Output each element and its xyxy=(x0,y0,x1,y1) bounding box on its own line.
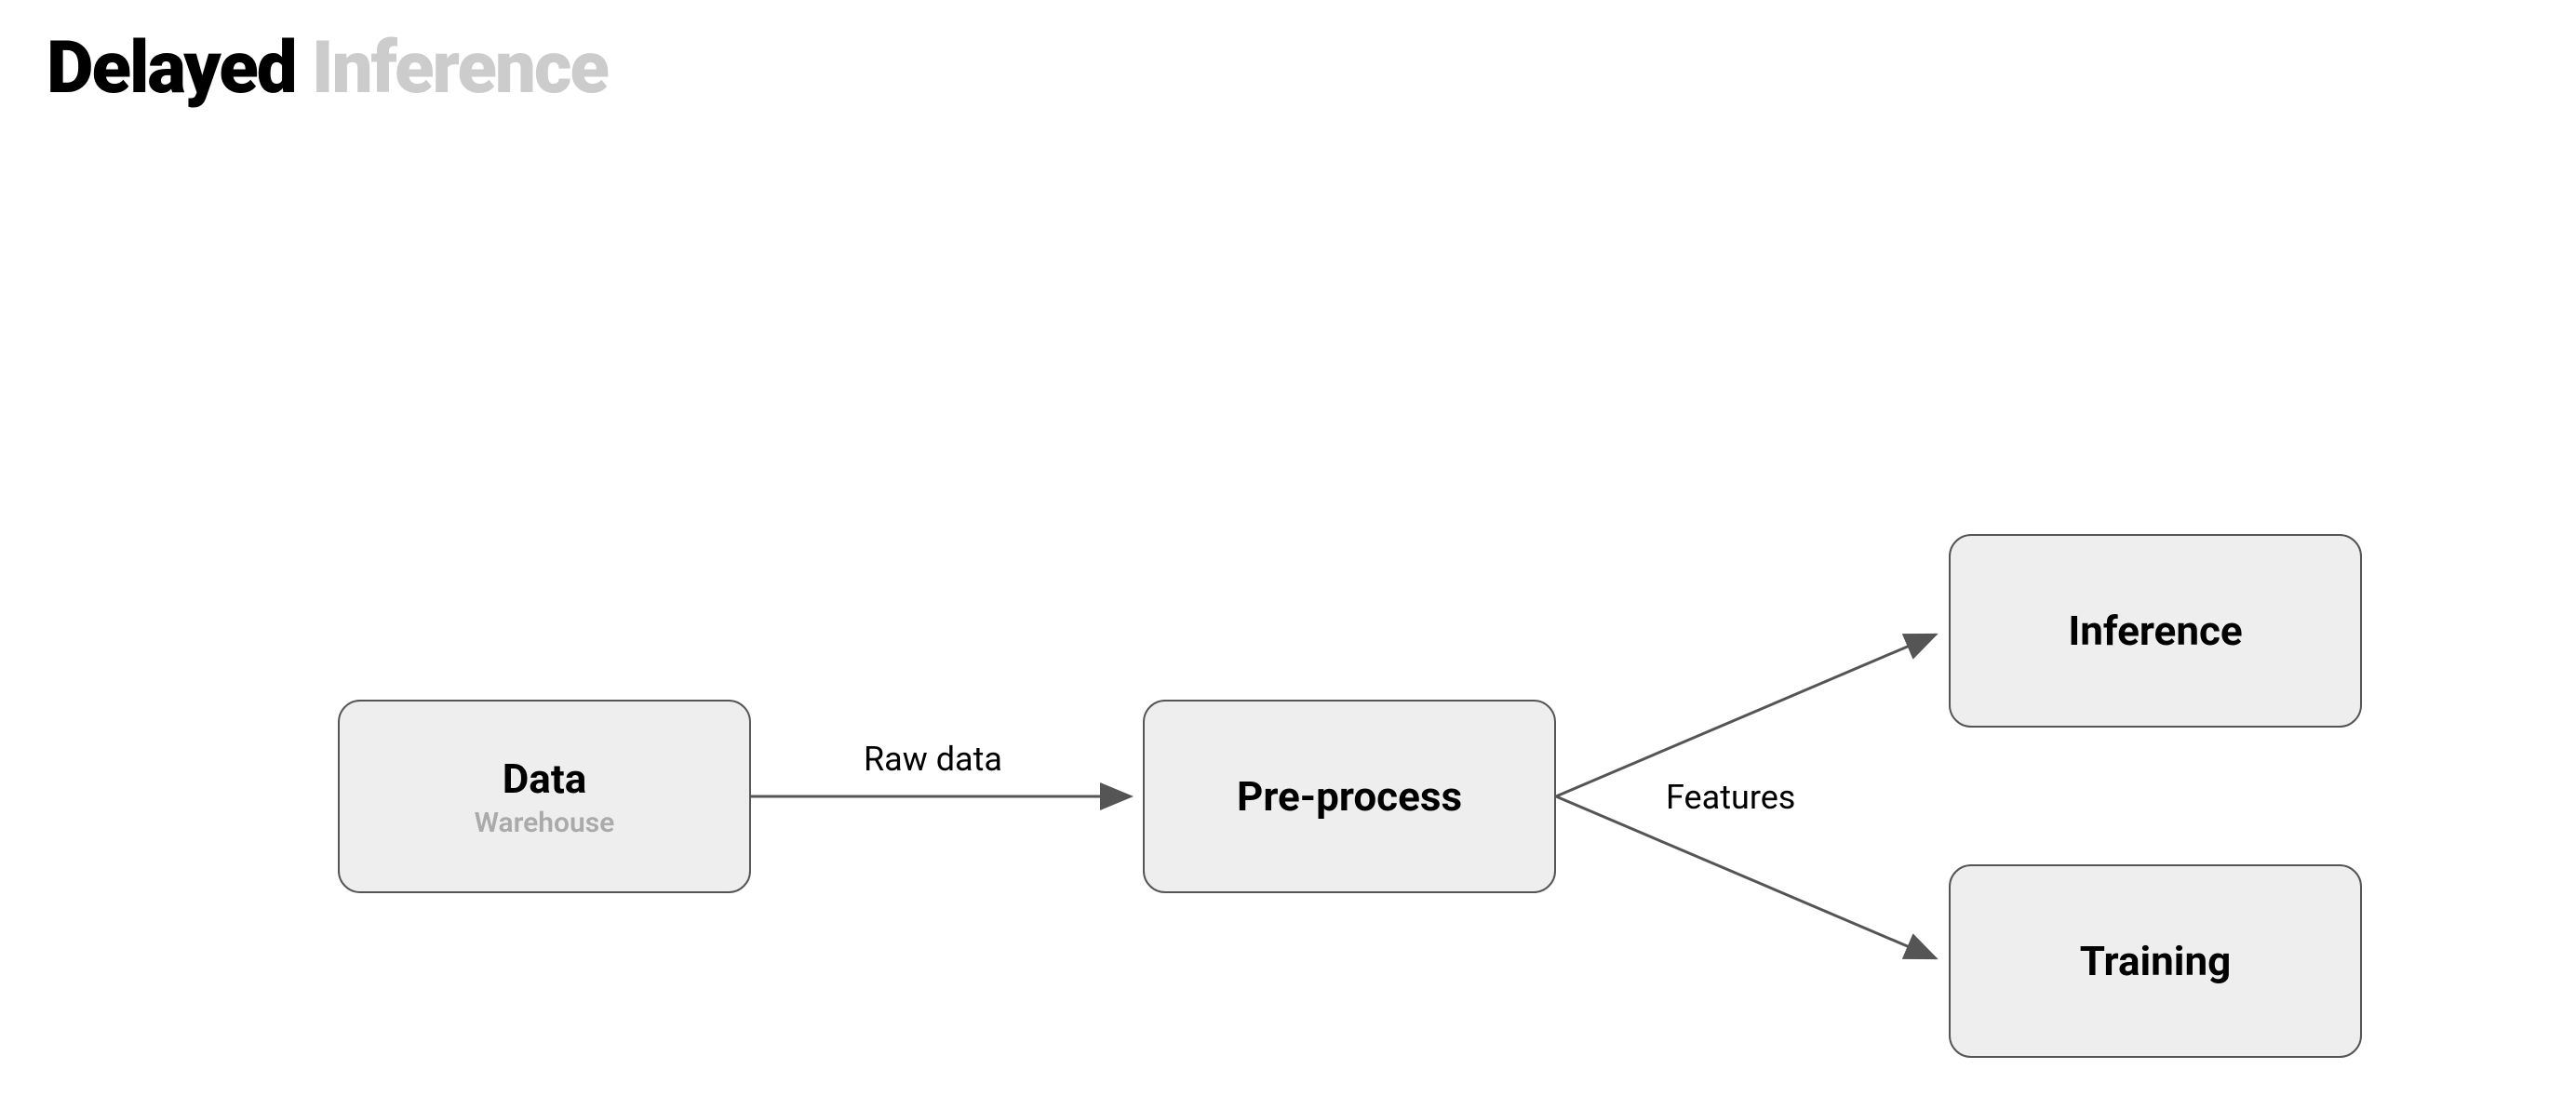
node-inference: Inference xyxy=(1949,534,2362,728)
edge-label-features: Features xyxy=(1666,778,1795,817)
node-data: Data Warehouse xyxy=(338,700,751,893)
title-part-2: Inference xyxy=(312,26,608,111)
node-data-title: Data xyxy=(503,755,587,803)
edge-label-raw-data: Raw data xyxy=(864,740,1002,779)
node-training: Training xyxy=(1949,864,2362,1058)
node-inference-title: Inference xyxy=(2068,607,2242,655)
node-data-subtitle: Warehouse xyxy=(475,807,615,839)
node-training-title: Training xyxy=(2080,937,2232,985)
node-preprocess-title: Pre-process xyxy=(1237,772,1462,821)
page-title: Delayed Inference xyxy=(47,26,608,111)
title-part-1: Delayed xyxy=(47,26,312,111)
node-preprocess: Pre-process xyxy=(1143,700,1556,893)
arrow-data-to-preprocess xyxy=(751,782,1143,811)
